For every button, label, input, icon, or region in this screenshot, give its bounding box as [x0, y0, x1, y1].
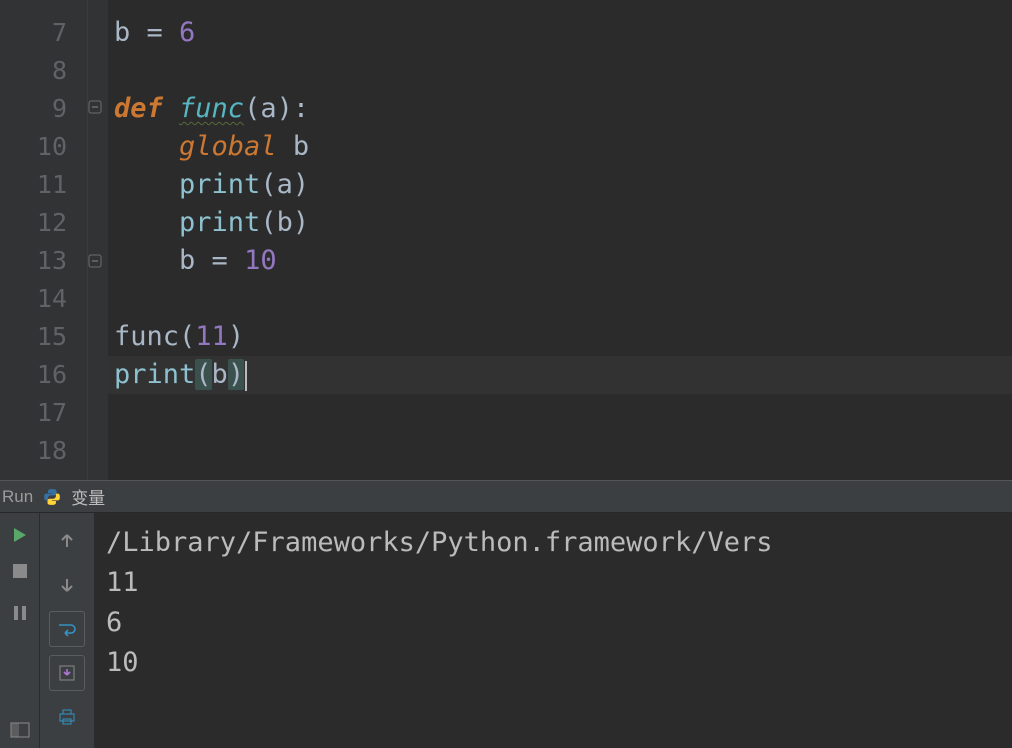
scroll-down-icon[interactable] [49, 567, 85, 603]
code-line[interactable]: global b [108, 128, 1012, 166]
soft-wrap-icon[interactable] [49, 611, 85, 647]
run-header: Run 变量 [0, 481, 1012, 513]
print-icon[interactable] [49, 699, 85, 735]
line-number: 14 [0, 280, 67, 318]
code-area[interactable]: b = 6 def func(a): global b print(a) pri… [108, 0, 1012, 480]
code-line[interactable] [108, 432, 1012, 470]
console-line: 10 [106, 647, 139, 678]
line-number: 16 [0, 356, 67, 394]
line-number: 11 [0, 166, 67, 204]
rerun-button[interactable] [8, 523, 32, 547]
pause-button[interactable] [8, 601, 32, 625]
fold-strip [88, 0, 108, 480]
scroll-up-icon[interactable] [49, 523, 85, 559]
line-number: 13 [0, 242, 67, 280]
line-number: 17 [0, 394, 67, 432]
line-number-gutter: 7 8 9 10 11 12 13 14 15 16 17 18 [0, 0, 88, 480]
console-path: /Library/Frameworks/Python.framework/Ver… [106, 527, 772, 558]
fold-end-icon[interactable] [88, 254, 104, 270]
line-number: 15 [0, 318, 67, 356]
console-line: 6 [106, 607, 122, 638]
code-line[interactable] [108, 394, 1012, 432]
code-line[interactable] [108, 52, 1012, 90]
run-tab-label[interactable]: Run [2, 487, 33, 507]
line-number: 8 [0, 52, 67, 90]
code-line[interactable]: func(11) [108, 318, 1012, 356]
code-line[interactable] [108, 280, 1012, 318]
console-output[interactable]: /Library/Frameworks/Python.framework/Ver… [94, 513, 1012, 748]
scroll-to-end-icon[interactable] [49, 655, 85, 691]
code-line[interactable]: print(b) [108, 204, 1012, 242]
line-number: 18 [0, 432, 67, 470]
code-line[interactable]: def func(a): [108, 90, 1012, 128]
variables-tab-label[interactable]: 变量 [71, 484, 105, 509]
line-number: 10 [0, 128, 67, 166]
text-cursor [245, 361, 247, 391]
line-number: 7 [0, 14, 67, 52]
stop-button[interactable] [8, 559, 32, 583]
line-number: 12 [0, 204, 67, 242]
python-icon [43, 488, 61, 506]
fold-start-icon[interactable] [88, 100, 104, 116]
console-line: 11 [106, 567, 139, 598]
run-nav-column [40, 513, 94, 748]
code-line-current[interactable]: print(b) [108, 356, 1012, 394]
run-tool-window: Run 变量 [0, 480, 1012, 748]
code-line[interactable]: b = 10 [108, 242, 1012, 280]
line-number: 9 [0, 90, 67, 128]
run-control-column [0, 513, 40, 748]
code-line[interactable]: b = 6 [108, 14, 1012, 52]
code-editor[interactable]: 7 8 9 10 11 12 13 14 15 16 17 18 b = 6 d… [0, 0, 1012, 480]
code-line[interactable]: print(a) [108, 166, 1012, 204]
layout-icon[interactable] [8, 718, 32, 742]
